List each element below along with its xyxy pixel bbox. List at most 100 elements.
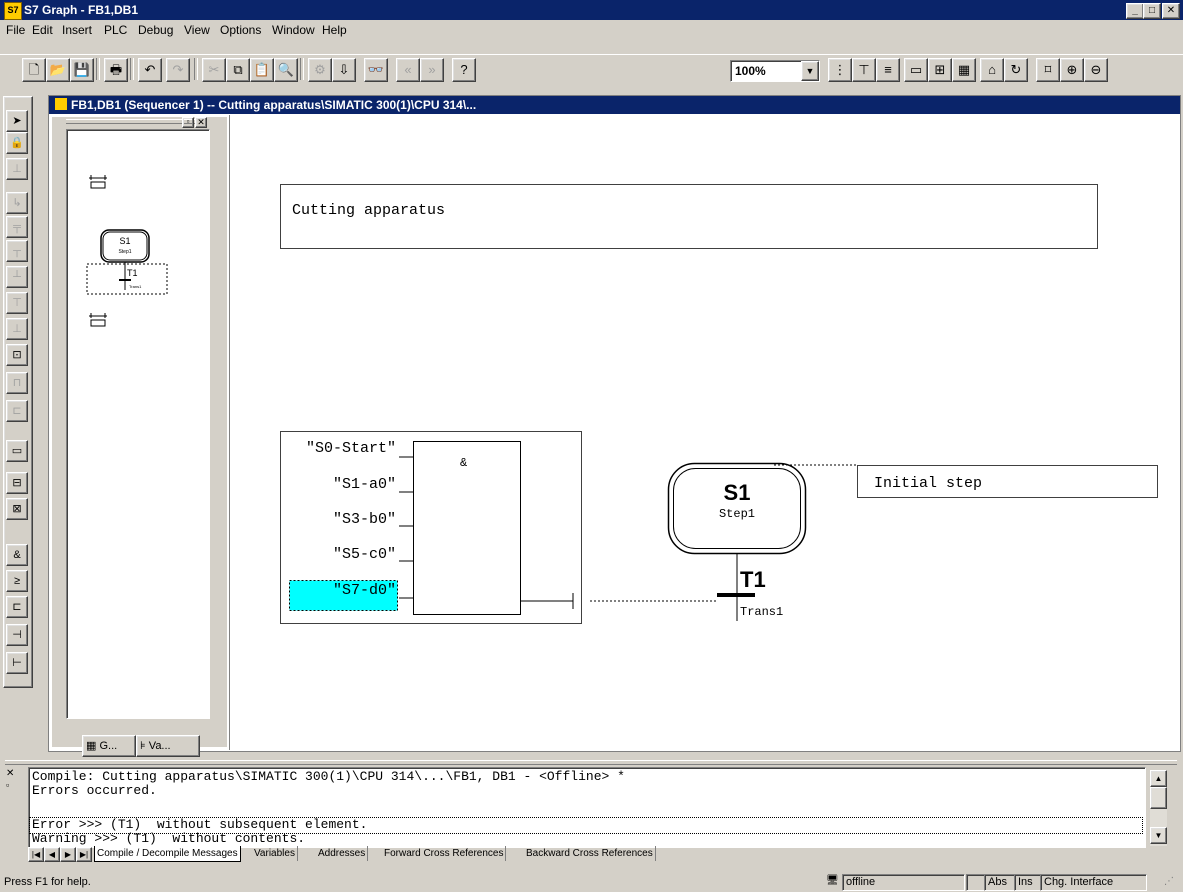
sequencer-icon[interactable]: ≡ [876, 58, 900, 82]
tab-first-icon[interactable]: |◀ [28, 847, 44, 862]
cut-icon[interactable]: ✂ [202, 58, 226, 82]
redo-icon[interactable]: ↷ [166, 58, 190, 82]
menu-debug[interactable]: Debug [138, 23, 173, 37]
tab-next-icon[interactable]: ▶ [60, 847, 76, 862]
zoom-select[interactable]: 100% ▼ [730, 60, 820, 82]
chevron-down-icon[interactable]: ▼ [801, 61, 819, 81]
lock-view-icon[interactable]: ⌂ [980, 58, 1004, 82]
step-back-icon[interactable]: « [396, 58, 420, 82]
scroll-thumb[interactable] [1150, 787, 1167, 809]
monitor-icon[interactable]: 👓 [364, 58, 388, 82]
transition-name: T1 [740, 567, 766, 592]
overview-step-label: S1 [119, 236, 130, 246]
transition-sub: Trans1 [740, 605, 783, 619]
zoom-out-icon[interactable]: ⊖ [1084, 58, 1108, 82]
restore-messages-icon[interactable]: ▫ [6, 780, 9, 790]
insert-step-icon[interactable]: ⊡ [6, 344, 28, 366]
permanent-op-icon[interactable]: ⊓ [6, 372, 28, 394]
tab-last-icon[interactable]: ▶| [76, 847, 92, 862]
overview-graphic: S1 Step1 T1 Trans1 [86, 175, 168, 327]
overview-canvas[interactable]: S1 Step1 T1 Trans1 [66, 129, 210, 719]
document-window: FB1,DB1 (Sequencer 1) -- Cutting apparat… [48, 95, 1181, 757]
and-box-icon[interactable]: & [6, 544, 28, 566]
grid-icon[interactable]: ▦ [952, 58, 976, 82]
tab-variables[interactable]: ⊧ Va... [136, 735, 200, 757]
maximize-button[interactable]: □ [1143, 3, 1161, 19]
tab-addresses[interactable]: Addresses [316, 846, 369, 861]
graph-canvas[interactable]: Cutting apparatus & "S0-Start" "S1-a0" "… [229, 115, 1180, 750]
open-folder-icon[interactable]: 📂 [46, 58, 70, 82]
status-mode: offline [842, 874, 965, 891]
comment-icon[interactable]: ▭ [904, 58, 928, 82]
branch-open-icon[interactable]: ⊣ [6, 624, 28, 646]
jump-icon[interactable]: ↳ [6, 192, 28, 214]
new-chain-icon[interactable]: ⊥ [6, 318, 28, 340]
action-line-icon[interactable]: ▭ [6, 440, 28, 462]
print-icon[interactable]: 🖶 [104, 58, 128, 82]
sim-branch-icon[interactable]: ╤ [6, 216, 28, 238]
paste-icon[interactable]: 📋 [250, 58, 274, 82]
sequencer-graphic: Cutting apparatus & "S0-Start" "S1-a0" "… [280, 184, 1158, 624]
step-forward-icon[interactable]: » [420, 58, 444, 82]
input-1: "S1-a0" [333, 476, 396, 493]
menu-plc[interactable]: PLC [104, 23, 127, 37]
message-line-1: Errors occurred. [32, 783, 157, 798]
menu-file[interactable]: File [6, 23, 25, 37]
panel-restore-icon[interactable]: ▫ [182, 117, 194, 128]
compare-box-icon[interactable]: ⊏ [6, 596, 28, 618]
undo-icon[interactable]: ↶ [138, 58, 162, 82]
pointer-icon[interactable]: ➤ [6, 110, 28, 132]
context-help-icon[interactable]: ? [452, 58, 476, 82]
download-icon[interactable]: ⇩ [332, 58, 356, 82]
scroll-up-icon[interactable]: ▲ [1150, 770, 1167, 787]
message-text-area[interactable]: Compile: Cutting apparatus\SIMATIC 300(1… [28, 767, 1146, 848]
new-file-icon[interactable]: 🗋 [22, 58, 46, 82]
supervision-icon[interactable]: ⊠ [6, 498, 28, 520]
minimize-button[interactable]: _ [1126, 3, 1144, 19]
alt-branch-icon[interactable]: ┬ [6, 240, 28, 262]
find-icon[interactable]: 🔍 [274, 58, 298, 82]
menu-help[interactable]: Help [322, 23, 347, 37]
tab-backward-cross-references[interactable]: Backward Cross References [524, 846, 656, 861]
save-icon[interactable]: 💾 [70, 58, 94, 82]
resize-grip-icon[interactable]: ⋰ [1164, 876, 1174, 887]
close-branch-icon[interactable]: ┴ [6, 266, 28, 288]
overview-panel: ▫ ✕ S1 Step1 T1 Trans1 ▦ G... ⊧ Va... [52, 117, 227, 757]
menu-window[interactable]: Window [272, 23, 315, 37]
overview-permanent-bottom-icon [89, 313, 107, 327]
panel-close-icon[interactable]: ✕ [195, 117, 207, 128]
zoom-in-icon[interactable]: ⊕ [1060, 58, 1084, 82]
tab-graphic[interactable]: ▦ G... [82, 735, 136, 757]
close-button[interactable]: ✕ [1162, 3, 1180, 19]
interlock-icon[interactable]: ⊟ [6, 472, 28, 494]
menu-view[interactable]: View [184, 23, 210, 37]
compile-icon[interactable]: ⚙ [308, 58, 332, 82]
single-step-icon[interactable]: ⊤ [852, 58, 876, 82]
tab-compile-messages[interactable]: Compile / Decompile Messages [94, 846, 241, 862]
lock-icon[interactable]: 🔒 [6, 132, 28, 154]
branch-close-icon[interactable]: ⊢ [6, 652, 28, 674]
tab-forward-cross-references[interactable]: Forward Cross References [382, 846, 507, 861]
overview-trans-sub: Trans1 [129, 284, 142, 289]
scroll-down-icon[interactable]: ▼ [1150, 827, 1167, 844]
graphic-tab-icon: ▦ [86, 740, 97, 752]
sequence-end-icon[interactable]: ⊤ [6, 292, 28, 314]
refresh-icon[interactable]: ↻ [1004, 58, 1028, 82]
step-view-icon[interactable]: ⋮ [828, 58, 852, 82]
permanent-cond-icon[interactable]: ⊏ [6, 400, 28, 422]
close-messages-icon[interactable]: ✕ [6, 768, 14, 779]
message-line-2: Error >>> (T1) without subsequent elemen… [32, 817, 368, 832]
app-icon[interactable]: S7 [4, 2, 22, 20]
fit-window-icon[interactable]: ⌑ [1036, 58, 1060, 82]
or-box-icon[interactable]: ≥ [6, 570, 28, 592]
status-help-text: Press F1 for help. [4, 876, 91, 888]
message-scrollbar[interactable]: ▲ ▼ [1150, 770, 1167, 846]
tab-prev-icon[interactable]: ◀ [44, 847, 60, 862]
menu-options[interactable]: Options [220, 23, 261, 37]
tab-variables[interactable]: Variables [252, 846, 298, 861]
menu-insert[interactable]: Insert [62, 23, 92, 37]
overview-icon[interactable]: ⊞ [928, 58, 952, 82]
copy-icon[interactable]: ⧉ [226, 58, 250, 82]
step-trans-icon[interactable]: ⊥ [6, 158, 28, 180]
menu-edit[interactable]: Edit [32, 23, 53, 37]
